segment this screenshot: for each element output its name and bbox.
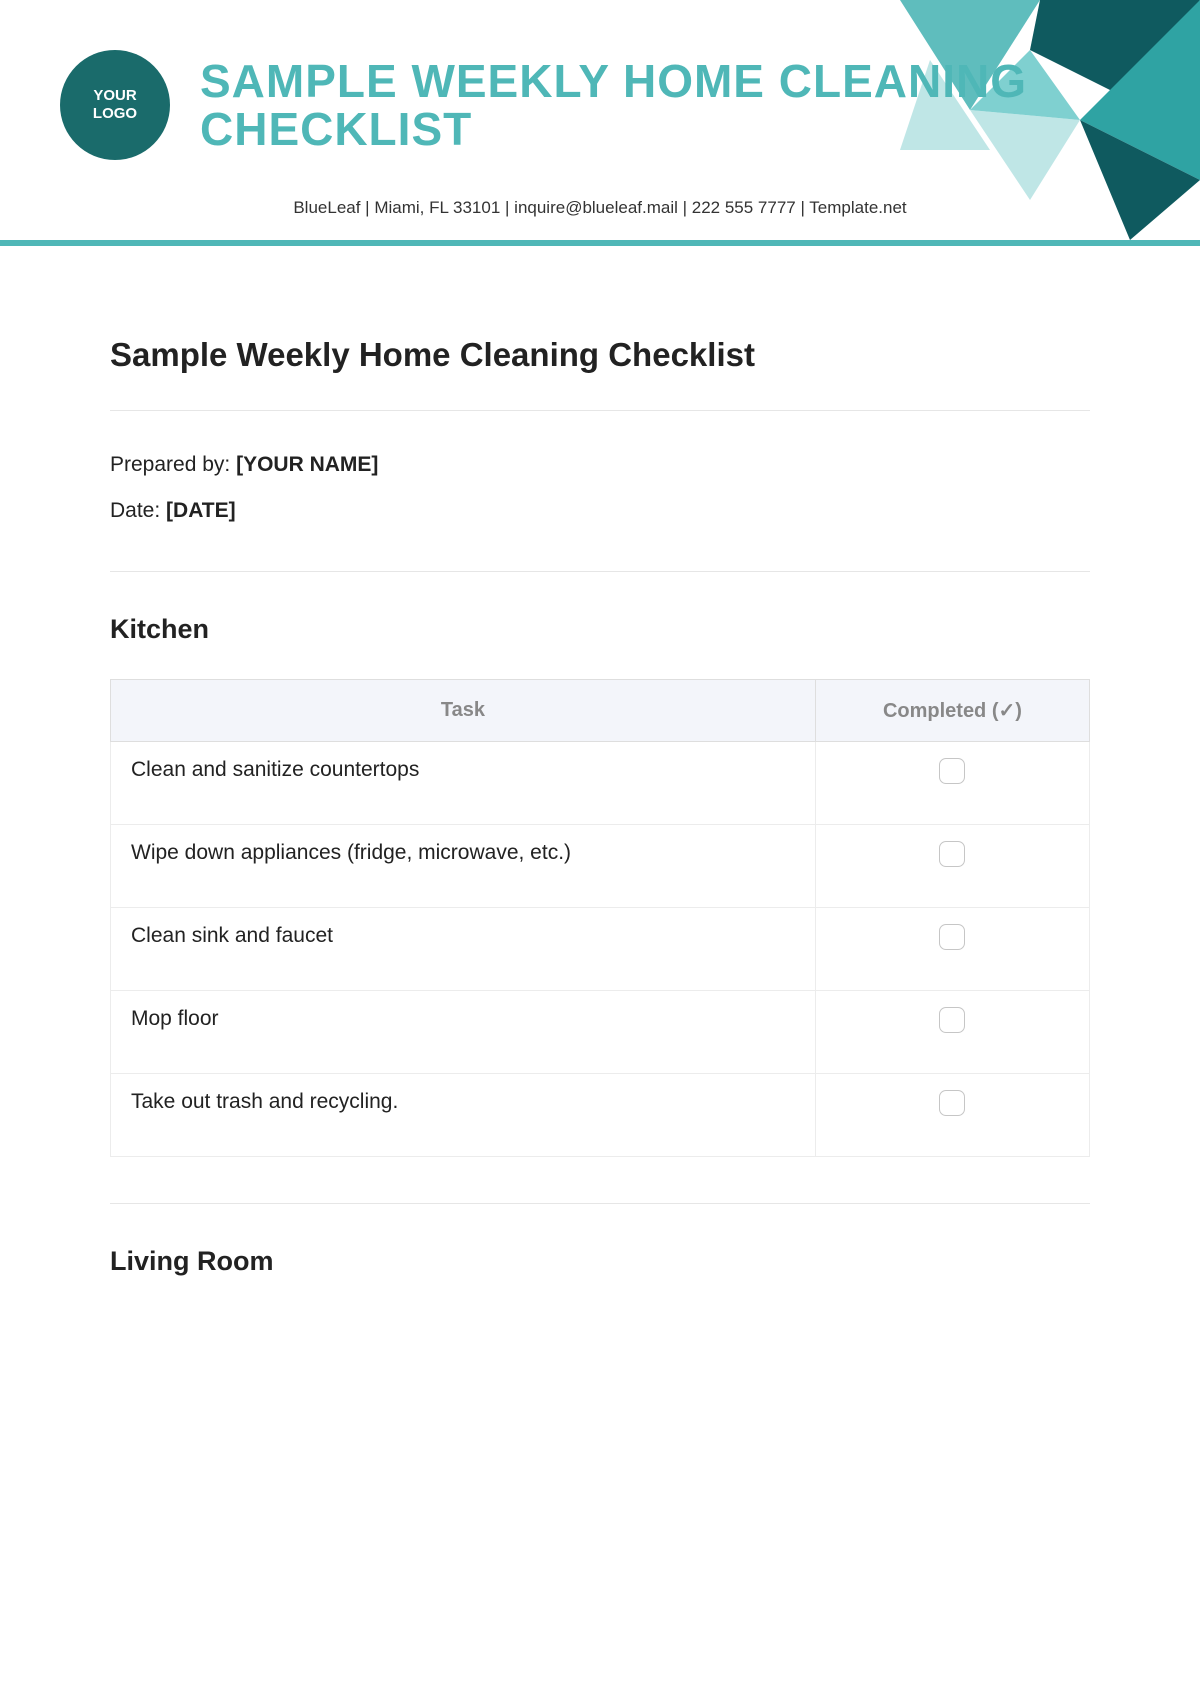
logo-line1: YOUR (93, 87, 136, 105)
divider (110, 410, 1090, 411)
column-header-completed: Completed (✓) (815, 680, 1089, 742)
task-cell: Mop floor (111, 991, 816, 1074)
completed-cell (815, 1074, 1089, 1157)
header-title: SAMPLE WEEKLY HOME CLEANING CHECKLIST (200, 57, 1140, 154)
completed-cell (815, 908, 1089, 991)
logo-line2: LOGO (93, 105, 137, 123)
document-content: Sample Weekly Home Cleaning Checklist Pr… (0, 246, 1200, 1277)
task-checkbox[interactable] (939, 841, 965, 867)
task-checkbox[interactable] (939, 924, 965, 950)
completed-cell (815, 991, 1089, 1074)
contact-line: BlueLeaf | Miami, FL 33101 | inquire@blu… (0, 198, 1200, 240)
task-cell: Clean sink and faucet (111, 908, 816, 991)
logo-placeholder: YOUR LOGO (60, 50, 170, 160)
section-title: Kitchen (110, 614, 1090, 645)
column-header-task: Task (111, 680, 816, 742)
header: YOUR LOGO SAMPLE WEEKLY HOME CLEANING CH… (0, 0, 1200, 180)
checklist-table: TaskCompleted (✓)Clean and sanitize coun… (110, 679, 1090, 1157)
divider (110, 571, 1090, 572)
table-row: Clean and sanitize countertops (111, 742, 1090, 825)
task-cell: Take out trash and recycling. (111, 1074, 816, 1157)
task-cell: Clean and sanitize countertops (111, 742, 816, 825)
date-label: Date: (110, 499, 166, 522)
document-title: Sample Weekly Home Cleaning Checklist (110, 336, 1090, 374)
prepared-by-label: Prepared by: (110, 453, 236, 476)
table-row: Wipe down appliances (fridge, microwave,… (111, 825, 1090, 908)
divider (110, 1203, 1090, 1204)
date-row: Date: [DATE] (110, 499, 1090, 523)
task-checkbox[interactable] (939, 1090, 965, 1116)
table-row: Clean sink and faucet (111, 908, 1090, 991)
prepared-by-row: Prepared by: [YOUR NAME] (110, 453, 1090, 477)
table-row: Take out trash and recycling. (111, 1074, 1090, 1157)
completed-cell (815, 825, 1089, 908)
section-title: Living Room (110, 1246, 1090, 1277)
task-cell: Wipe down appliances (fridge, microwave,… (111, 825, 816, 908)
prepared-by-value: [YOUR NAME] (236, 453, 378, 476)
task-checkbox[interactable] (939, 758, 965, 784)
date-value: [DATE] (166, 499, 236, 522)
task-checkbox[interactable] (939, 1007, 965, 1033)
table-row: Mop floor (111, 991, 1090, 1074)
completed-cell (815, 742, 1089, 825)
